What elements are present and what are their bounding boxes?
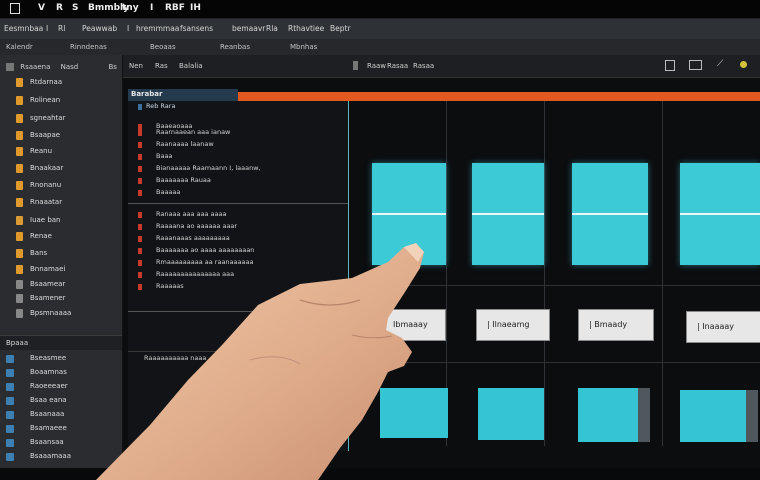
hand-shape: [96, 243, 424, 480]
pointing-hand: [96, 243, 424, 480]
